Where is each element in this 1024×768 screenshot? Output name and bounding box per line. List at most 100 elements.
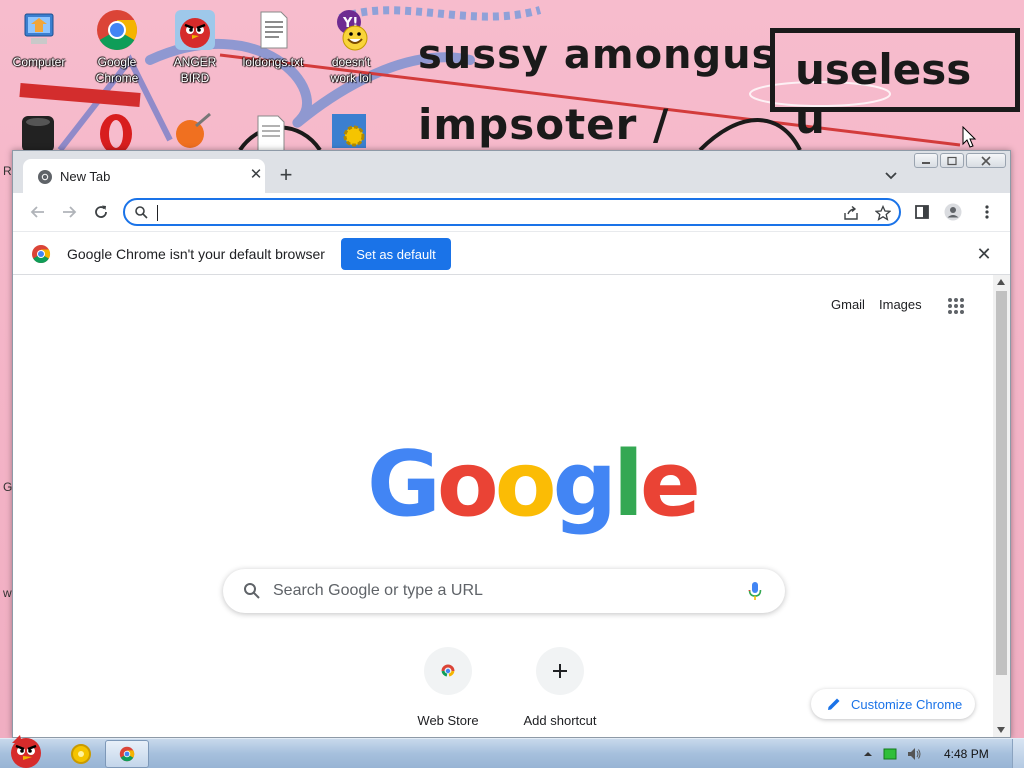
web-store-icon (440, 664, 456, 679)
logo-letter: o (436, 432, 499, 537)
mouse-cursor-icon (962, 126, 977, 148)
edge-letter: w (3, 586, 12, 600)
chrome-logo-icon (32, 245, 51, 264)
chrome-window: New Tab ✕ + Google Chrome isn't your def… (12, 150, 1011, 738)
title-bar: New Tab ✕ + (13, 151, 1010, 193)
network-icon[interactable] (882, 746, 898, 762)
restore-icon (947, 156, 957, 165)
desktop-icon-yahoo[interactable]: Y! doesn't work lol (313, 8, 389, 86)
back-arrow-icon[interactable] (29, 203, 47, 221)
start-angry-bird-icon[interactable] (2, 731, 48, 768)
taskbar-chrome-button[interactable] (105, 740, 149, 768)
tab-search-chevron-icon[interactable] (883, 167, 899, 183)
google-logo: Google (367, 432, 701, 537)
kebab-menu-icon[interactable] (978, 203, 996, 221)
pin-icon[interactable] (172, 112, 212, 152)
wallpaper-box-text: useless u (795, 45, 972, 143)
infobar-close-icon[interactable]: ✕ (975, 245, 993, 263)
volume-icon[interactable] (906, 746, 922, 762)
voice-search-mic-icon[interactable] (747, 581, 763, 601)
wallpaper-text-line1: sussy amongus (418, 32, 777, 78)
text-caret (157, 205, 158, 221)
profile-avatar-icon[interactable] (944, 203, 962, 221)
computer-icon (24, 13, 54, 44)
minimize-icon (922, 161, 930, 164)
scroll-down-arrow-icon[interactable] (997, 727, 1005, 733)
edge-letter: R (3, 164, 12, 178)
logo-letter: g (552, 432, 617, 537)
desktop-icon-chrome[interactable]: Google Chrome (79, 8, 155, 86)
google-apps-grid-icon[interactable] (947, 297, 965, 315)
customize-chrome-button[interactable]: Customize Chrome (811, 689, 975, 719)
angry-bird-icon (175, 10, 215, 50)
vertical-scrollbar[interactable] (993, 275, 1010, 737)
shortcut-tile (536, 647, 584, 695)
close-icon (981, 155, 991, 166)
new-tab-page: Gmail Images Google Search Google or typ… (13, 275, 993, 737)
images-link[interactable]: Images (879, 297, 922, 312)
close-window-button[interactable] (966, 153, 1006, 168)
bookmark-star-icon[interactable] (875, 205, 891, 221)
desktop-icon-label: doesn't work lol (330, 55, 372, 85)
system-clock[interactable]: 4:48 PM (944, 747, 989, 761)
desktop-icon-label: Computer (12, 55, 66, 69)
wallpaper-box: useless u (770, 28, 1020, 143)
share-icon[interactable] (843, 205, 859, 221)
shortcut-tile (424, 647, 472, 695)
address-bar[interactable] (123, 198, 901, 226)
desktop-icon-computer[interactable]: Computer (1, 8, 77, 70)
desktop-icon-anger-bird[interactable]: ANGER BIRD (157, 8, 233, 86)
logo-letter: e (639, 432, 701, 537)
taskbar: 4:48 PM (0, 735, 1024, 768)
opera-icon[interactable] (96, 110, 136, 150)
plus-icon (553, 664, 567, 678)
restore-button[interactable] (940, 153, 964, 168)
search-icon (135, 206, 148, 219)
chrome-icon (97, 10, 137, 50)
shortcut-label: Add shortcut (523, 713, 597, 728)
explorer-folder-icon[interactable] (64, 741, 98, 767)
scroll-up-arrow-icon[interactable] (997, 279, 1005, 285)
logo-letter: l (613, 432, 644, 537)
yahoo-messenger-icon: Y! (337, 10, 368, 51)
customize-chrome-label: Customize Chrome (851, 697, 963, 712)
tab-close-icon[interactable]: ✕ (248, 167, 264, 183)
reload-icon[interactable] (92, 203, 110, 221)
tab-new-tab[interactable]: New Tab ✕ (23, 159, 265, 193)
logo-letter: o (494, 432, 557, 537)
desktop-icon-loldongs[interactable]: loldongs.txt (235, 8, 311, 70)
pencil-icon (828, 698, 840, 710)
google-search-box[interactable] (223, 569, 785, 613)
forward-arrow-icon[interactable] (60, 203, 78, 221)
text-file-icon (260, 11, 288, 49)
desktop-icon-label: loldongs.txt (242, 55, 304, 69)
shortcut-label: Web Store (417, 713, 479, 728)
shortcut-web-store[interactable]: Web Store (392, 647, 504, 728)
scrollbar-thumb[interactable] (996, 291, 1007, 675)
show-desktop-button[interactable] (1012, 739, 1024, 768)
tray-expand-arrow-icon[interactable] (860, 746, 876, 762)
side-panel-icon[interactable] (913, 203, 931, 221)
wallpaper-text-line2: impsoter / (418, 100, 670, 149)
desktop-icon-label: Google Chrome (95, 55, 139, 85)
chrome-icon (119, 746, 135, 762)
desktop-icon-label: ANGER BIRD (173, 55, 217, 85)
infobar-message: Google Chrome isn't your default browser (67, 246, 325, 262)
logo-letter: G (367, 432, 441, 537)
minimize-button[interactable] (914, 153, 938, 168)
tab-title: New Tab (60, 169, 111, 184)
search-icon (244, 583, 260, 599)
document-icon[interactable] (252, 112, 292, 152)
edge-letter: G (3, 480, 13, 494)
google-search-input[interactable] (273, 581, 723, 601)
toolbar (13, 193, 1010, 231)
set-as-default-button[interactable]: Set as default (341, 238, 451, 270)
new-tab-plus-icon[interactable]: + (275, 164, 297, 187)
address-input[interactable] (161, 203, 801, 223)
chrome-favicon-icon (38, 170, 52, 184)
settings-gear-icon[interactable] (330, 110, 370, 150)
default-browser-infobar: Google Chrome isn't your default browser… (13, 231, 1010, 275)
gmail-link[interactable]: Gmail (831, 297, 865, 312)
speaker-icon[interactable] (18, 112, 58, 152)
shortcut-add[interactable]: Add shortcut (504, 647, 616, 728)
